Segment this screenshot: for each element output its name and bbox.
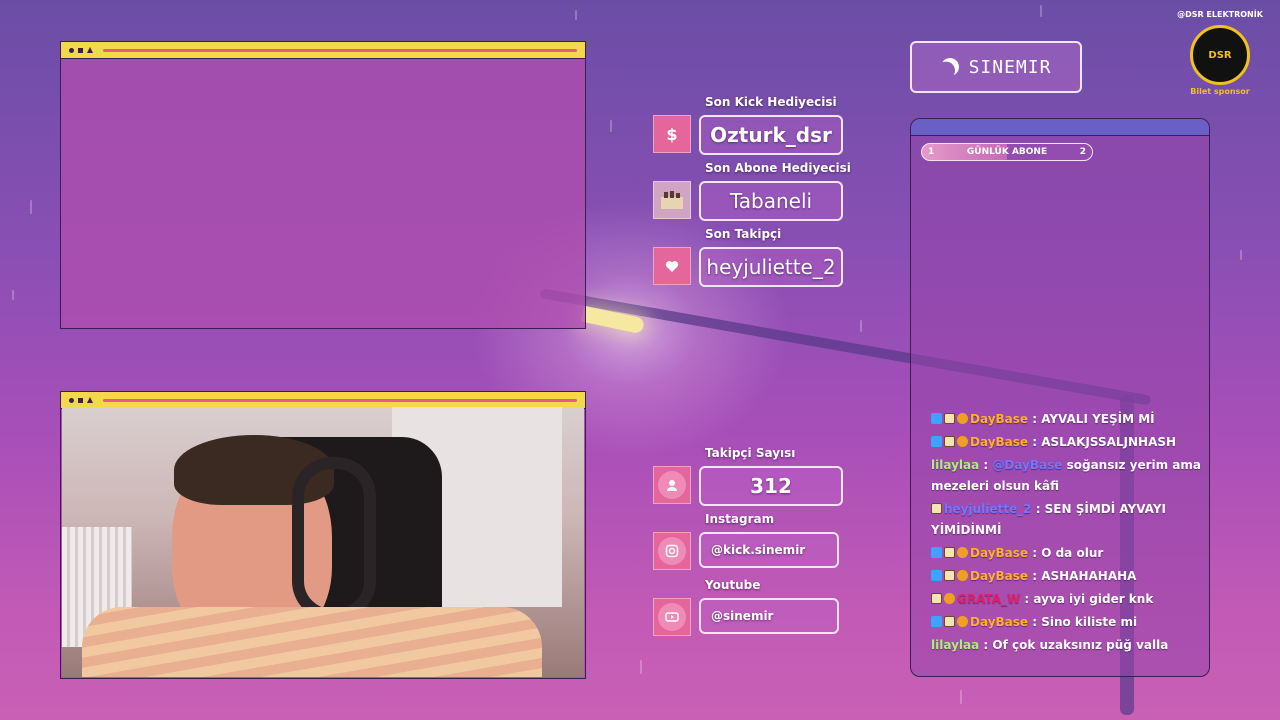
rain-drop [860, 320, 862, 332]
instagram-label: Instagram [705, 512, 775, 526]
instagram-icon[interactable] [653, 532, 691, 570]
kick-badge-icon [931, 570, 942, 581]
chat-username[interactable]: lilaylaa [931, 458, 979, 472]
chat-message: GRATA_W : ayva iyi gider knk [931, 589, 1203, 610]
sponsor-tagline: Bilet sponsor [1190, 87, 1250, 96]
chat-username[interactable]: DayBase [970, 546, 1028, 560]
window-title-bar [61, 42, 585, 59]
chat-message: DayBase : AYVALI YEŞİM Mİ [931, 409, 1203, 430]
chat-text: : ASHAHAHAHA [1032, 569, 1137, 583]
rain-drop [610, 120, 612, 132]
kick-badge-icon [931, 547, 942, 558]
street-lamp-light [581, 305, 645, 335]
goal-label: GÜNLÜK ABONE [966, 147, 1048, 157]
subscriber-badge-icon [944, 436, 955, 447]
gifter-badge-icon [957, 436, 968, 447]
subscriber-badge-icon [944, 616, 955, 627]
chat-message: DayBase : ASLAKJSSALJNHASH [931, 432, 1203, 453]
subscriber-badge-icon [944, 413, 955, 424]
rain-drop [30, 200, 32, 214]
kick-gifter-label: Son Kick Hediyecisi [705, 95, 837, 109]
follower-count-value: 312 [699, 466, 843, 506]
chat-username[interactable]: DayBase [970, 412, 1028, 426]
chat-text: : AYVALI YEŞİM Mİ [1032, 412, 1155, 426]
heart-icon [653, 247, 691, 285]
chat-title-bar [911, 119, 1209, 136]
chat-username[interactable]: DayBase [970, 569, 1028, 583]
chat-text: : ayva iyi gider knk [1024, 592, 1154, 606]
chat-panel: 1 GÜNLÜK ABONE 2 DayBase : AYVALI YEŞİM … [910, 118, 1210, 677]
rain-drop [640, 660, 642, 674]
striped-shirt [82, 607, 542, 677]
streamer-name: SINEMIR [968, 56, 1052, 78]
webcam-feed [62, 407, 584, 677]
instagram-handle[interactable]: @kick.sinemir [699, 532, 839, 568]
subscriber-badge-icon [944, 570, 955, 581]
goal-target: 2 [1079, 147, 1086, 157]
rain-drop [1240, 250, 1242, 260]
streamer-name-badge: SINEMIR [910, 41, 1082, 93]
window-triangle-icon [87, 47, 93, 53]
kick-badge-icon [931, 413, 942, 424]
chat-text: : O da olur [1032, 546, 1104, 560]
headphones [292, 457, 376, 621]
window-triangle-icon [87, 397, 93, 403]
youtube-handle[interactable]: @sinemir [699, 598, 839, 634]
follower-count-label: Takipçi Sayısı [705, 446, 796, 460]
chat-message: DayBase : O da olur [931, 543, 1203, 564]
rain-drop [575, 10, 577, 20]
sponsor-logo: @DSR ELEKTRONİK DSR Bilet sponsor [1172, 10, 1268, 110]
window-square-icon [78, 397, 83, 403]
last-follower-label: Son Takipçi [705, 227, 782, 241]
chat-text: : Of çok uzaksınız püğ valla [983, 638, 1169, 652]
window-square-icon [78, 47, 83, 53]
kick-badge-icon [931, 616, 942, 627]
chat-username[interactable]: heyjuliette_2 [944, 502, 1032, 516]
chat-message: lilaylaa : Of çok uzaksınız püğ valla [931, 635, 1203, 656]
window-dot-icon [69, 397, 74, 403]
subscriber-badge-icon [931, 593, 942, 604]
person-icon [653, 466, 691, 504]
kick-badge-icon [931, 436, 942, 447]
rain-drop [960, 690, 962, 704]
chat-message: lilaylaa : @DayBase soğansız yerim ama m… [931, 458, 1202, 493]
gifter-badge-icon [957, 570, 968, 581]
gift-box-icon [653, 181, 691, 219]
window-bar-line [103, 398, 577, 402]
sponsor-handle: @DSR ELEKTRONİK [1177, 10, 1263, 19]
gifter-badge-icon [944, 593, 955, 604]
subscriber-badge-icon [944, 547, 955, 558]
chat-message: DayBase : ASHAHAHAHA [931, 566, 1203, 587]
subscriber-badge-icon [931, 503, 942, 514]
gifter-badge-icon [957, 413, 968, 424]
gifter-badge-icon [957, 616, 968, 627]
chat-username[interactable]: GRATA_W [957, 592, 1020, 606]
chat-message-list: DayBase : AYVALI YEŞİM Mİ DayBase : ASLAK… [931, 409, 1203, 658]
chat-mention[interactable]: @DayBase [992, 458, 1062, 472]
sponsor-emblem: DSR [1190, 25, 1250, 85]
game-capture-window [60, 41, 586, 329]
chat-text: : ASLAKJSSALJNHASH [1032, 435, 1177, 449]
window-bar-line [103, 48, 577, 52]
kick-gifter-value: Ozturk_dsr [699, 115, 843, 155]
last-follower-value: heyjuliette_2 [699, 247, 843, 287]
goal-current: 1 [928, 147, 935, 157]
chat-username[interactable]: lilaylaa [931, 638, 979, 652]
rain-drop [12, 290, 14, 300]
youtube-label: Youtube [705, 578, 761, 592]
chat-username[interactable]: DayBase [970, 615, 1028, 629]
chat-message: DayBase : Sino kiliste mi [931, 612, 1203, 633]
gifter-badge-icon [957, 547, 968, 558]
sub-gifter-label: Son Abone Hediyecisi [705, 161, 851, 175]
sub-gifter-value: Tabaneli [699, 181, 843, 221]
rain-drop [1040, 5, 1042, 17]
chat-message: heyjuliette_2 : SEN ŞİMDİ AYVAYI YİMİDİN… [931, 499, 1203, 541]
chat-username[interactable]: DayBase [970, 435, 1028, 449]
chat-text: : Sino kiliste mi [1032, 615, 1138, 629]
moon-icon [938, 55, 961, 78]
daily-sub-goal-bar: 1 GÜNLÜK ABONE 2 [921, 143, 1093, 161]
dollar-icon: $ [653, 115, 691, 153]
youtube-icon[interactable] [653, 598, 691, 636]
window-dot-icon [69, 47, 74, 53]
